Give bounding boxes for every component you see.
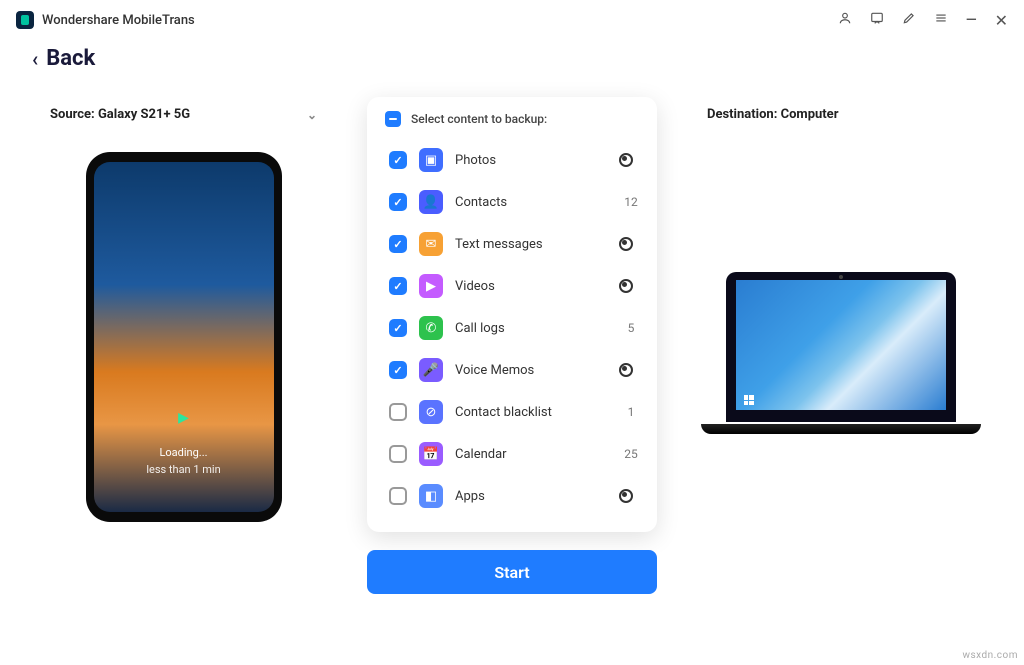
destination-column: Destination: Computer [697,87,984,594]
chevron-down-icon: ⌄ [307,108,317,122]
content-row[interactable]: 👤 Contacts 12 [385,181,647,223]
source-selector[interactable]: Source: Galaxy S21+ 5G ⌄ [40,87,327,152]
destination-label-row: Destination: Computer [697,87,984,152]
content-type-icon: ▣ [419,148,443,172]
content-checkbox[interactable] [389,151,407,169]
content-count: 5 [619,321,643,335]
content-checkbox[interactable] [389,361,407,379]
play-icon: ▶ [178,410,189,426]
start-button[interactable]: Start [367,550,657,594]
content-count: 25 [619,447,643,461]
content-checkbox[interactable] [389,319,407,337]
content-checkbox[interactable] [389,277,407,295]
edit-icon[interactable] [902,11,916,29]
watermark: wsxdn.com [962,650,1018,661]
content-type-icon: ✉ [419,232,443,256]
source-column: Source: Galaxy S21+ 5G ⌄ ▶ Loading... le… [40,87,327,594]
panel-title: Select content to backup: [411,112,547,126]
loading-spinner-icon [619,489,633,503]
content-label: Photos [455,153,607,168]
content-type-icon: ✆ [419,316,443,340]
content-label: Videos [455,279,607,294]
feedback-icon[interactable] [870,11,884,29]
back-chevron-icon[interactable]: ‹ [32,47,38,71]
content-type-icon: 🎤 [419,358,443,382]
content-type-icon: 👤 [419,190,443,214]
content-checkbox[interactable] [389,235,407,253]
content-row[interactable]: 🎤 Voice Memos [385,349,647,391]
loading-spinner-icon [619,153,633,167]
content-count: 12 [619,195,643,209]
close-icon[interactable]: ✕ [995,11,1008,30]
source-phone-preview: ▶ Loading... less than 1 min [86,152,282,522]
content-row[interactable]: ▶ Videos [385,265,647,307]
content-row[interactable]: ✉ Text messages [385,223,647,265]
content-checkbox[interactable] [389,445,407,463]
content-type-icon: 📅 [419,442,443,466]
loading-spinner-icon [619,237,633,251]
source-label: Source: Galaxy S21+ 5G [50,107,190,122]
content-label: Apps [455,489,607,504]
content-label: Contacts [455,195,607,210]
content-row[interactable]: ⊘ Contact blacklist 1 [385,391,647,433]
app-logo [16,11,34,29]
windows-logo-icon [744,395,754,405]
content-label: Text messages [455,237,607,252]
content-list[interactable]: ▣ Photos 👤 Contacts 12 ✉ Text messages ▶ Videos ✆… [367,139,657,532]
content-label: Contact blacklist [455,405,607,420]
app-title: Wondershare MobileTrans [42,13,195,28]
content-row[interactable]: ✆ Call logs 5 [385,307,647,349]
content-type-icon: ⊘ [419,400,443,424]
content-label: Calendar [455,447,607,462]
user-icon[interactable] [838,11,852,29]
select-all-checkbox[interactable] [385,111,401,127]
loading-text: Loading... [159,446,207,459]
loading-spinner-icon [619,279,633,293]
content-row[interactable]: 📅 Calendar 25 [385,433,647,475]
content-count: 1 [619,405,643,419]
eta-text: less than 1 min [146,463,220,476]
content-checkbox[interactable] [389,487,407,505]
destination-laptop-preview [701,272,981,452]
content-checkbox[interactable] [389,193,407,211]
content-panel: Select content to backup: ▣ Photos 👤 Contac… [367,97,657,532]
content-label: Voice Memos [455,363,607,378]
content-type-icon: ◧ [419,484,443,508]
destination-label: Destination: Computer [707,107,838,122]
content-type-icon: ▶ [419,274,443,298]
content-row[interactable]: ▣ Photos [385,139,647,181]
minimize-icon[interactable]: — [966,12,977,28]
back-button[interactable]: Back [46,46,95,71]
loading-spinner-icon [619,363,633,377]
menu-icon[interactable] [934,11,948,29]
content-checkbox[interactable] [389,403,407,421]
content-row[interactable]: ◧ Apps [385,475,647,517]
content-label: Call logs [455,321,607,336]
